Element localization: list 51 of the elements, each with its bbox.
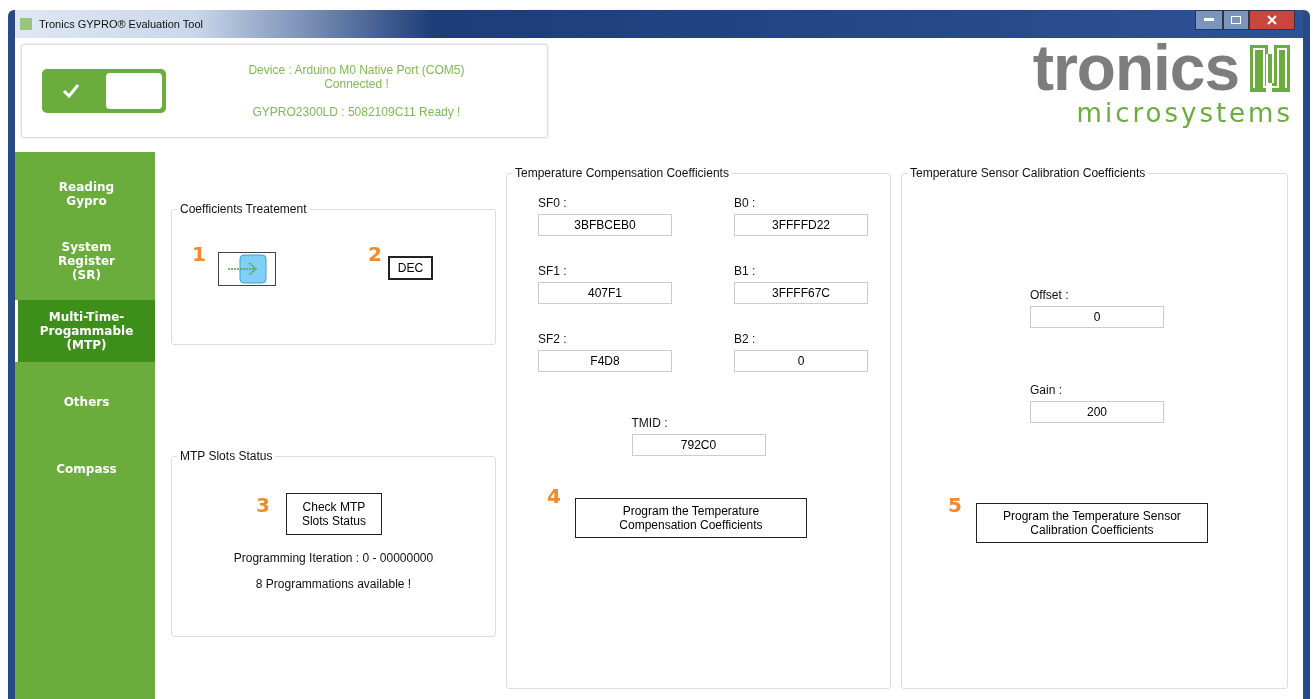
input-field[interactable]: 200 [1030, 401, 1164, 423]
field-label: Gain : [1030, 383, 1063, 397]
connected-text: Connected ! [324, 77, 389, 91]
input-field[interactable]: 3FFFFD22 [734, 214, 868, 236]
logo-mark-icon [1247, 42, 1293, 94]
check-slots-button[interactable]: Check MTP Slots Status [285, 493, 382, 535]
program-button[interactable]: Program the Temperature Sensor Calibration Coefficients [975, 503, 1208, 543]
step-number: 3 [256, 493, 270, 517]
check-icon [62, 83, 80, 99]
field-label: TMID : [631, 416, 669, 430]
input-field[interactable]: 792C0 [631, 434, 766, 456]
available-text: 8 Programmations available ! [255, 577, 412, 591]
input-field[interactable]: 407F1 [538, 282, 672, 304]
device-text: Device : Arduino M0 Native Port (COM5) [248, 63, 465, 77]
maximize-button[interactable] [1223, 10, 1249, 30]
field-label: B2 : [734, 332, 757, 346]
logo-tagline: microsystems [1076, 98, 1293, 128]
field-label: SF1 : [538, 264, 568, 278]
group-title: MTP Slots Status [179, 449, 274, 463]
field-label: Offset : [1030, 288, 1070, 302]
group-title: Temperature Compensation Coefficients [514, 166, 730, 180]
minimize-button[interactable] [1195, 10, 1223, 30]
dec-button[interactable]: DEC [387, 256, 434, 280]
iteration-text: Programming Iteration : 0 - 00000000 [233, 551, 434, 565]
group-title: Coefficients Treatement [179, 202, 308, 216]
field-label: SF0 : [538, 196, 568, 210]
input-field[interactable]: F4D8 [538, 350, 672, 372]
connection-toggle[interactable] [42, 69, 166, 113]
step-number: 1 [192, 242, 206, 266]
logo-name: tronics [1032, 38, 1239, 98]
field-label: SF2 : [538, 332, 568, 346]
input-field[interactable]: 0 [734, 350, 868, 372]
close-button[interactable] [1249, 10, 1295, 30]
app-icon [19, 17, 33, 31]
sidebar-item[interactable]: Multi-Time-Progammable (MTP) [15, 300, 155, 362]
input-field[interactable]: 3FFFF67C [734, 282, 868, 304]
input-field[interactable]: 0 [1030, 306, 1164, 328]
step-number: 2 [367, 242, 382, 266]
chip-status-text: GYPRO2300LD : 5082109C11 Ready ! [252, 105, 461, 119]
program-button[interactable]: Program the Temperature Compensation Coefficients [574, 498, 807, 538]
window-title: Tronics GYPRO® Evaluation Tool [39, 18, 203, 30]
import-button[interactable] [217, 252, 276, 286]
field-label: B0 : [734, 196, 757, 210]
group-title: Temperature Sensor Calibration Coefficients [909, 166, 1147, 180]
maximize-icon [1231, 16, 1241, 24]
minimize-icon [1204, 18, 1214, 22]
step-number: 5 [948, 493, 962, 517]
input-field[interactable]: 3BFBCEB0 [538, 214, 672, 236]
step-number: 4 [547, 484, 561, 508]
close-icon [1267, 15, 1277, 25]
field-label: B1 : [734, 264, 757, 278]
